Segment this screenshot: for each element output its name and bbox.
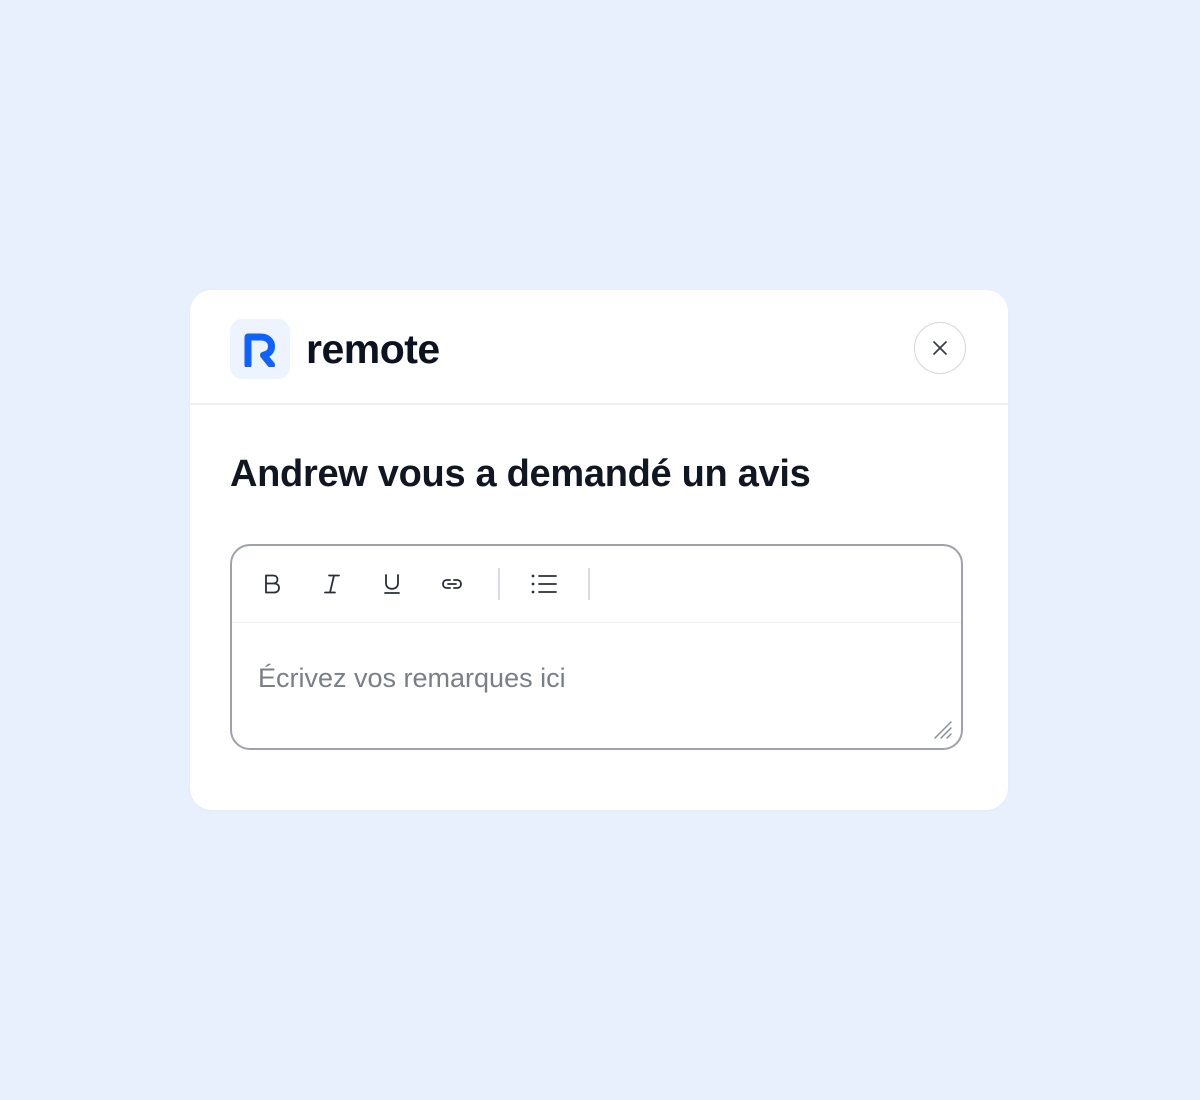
bullet-list-icon (531, 574, 557, 594)
resize-grip-icon (934, 721, 952, 739)
italic-button[interactable] (312, 566, 352, 602)
feedback-editor: Écrivez vos remarques ici (230, 544, 963, 750)
feedback-textarea[interactable]: Écrivez vos remarques ici (258, 658, 918, 698)
editor-toolbar (232, 546, 961, 623)
resize-handle[interactable] (931, 718, 953, 740)
link-icon (442, 579, 462, 589)
close-icon (933, 341, 947, 355)
feedback-dialog: remote Andrew vous a demandé un avis Écr… (190, 290, 1008, 810)
dialog-header: remote (190, 290, 1008, 405)
brand-name: remote (306, 326, 440, 372)
underline-button[interactable] (372, 566, 412, 602)
close-button[interactable] (914, 322, 966, 374)
dialog-title: Andrew vous a demandé un avis (230, 453, 811, 495)
italic-icon (324, 574, 340, 594)
bold-button[interactable] (252, 566, 292, 602)
toolbar-divider (498, 568, 500, 600)
link-button[interactable] (432, 566, 472, 602)
bullet-list-button[interactable] (522, 566, 562, 602)
toolbar-divider (588, 568, 590, 600)
remote-logo (230, 319, 290, 379)
underline-icon (384, 574, 400, 594)
bold-icon (265, 574, 280, 594)
remote-logo-icon (244, 333, 275, 367)
